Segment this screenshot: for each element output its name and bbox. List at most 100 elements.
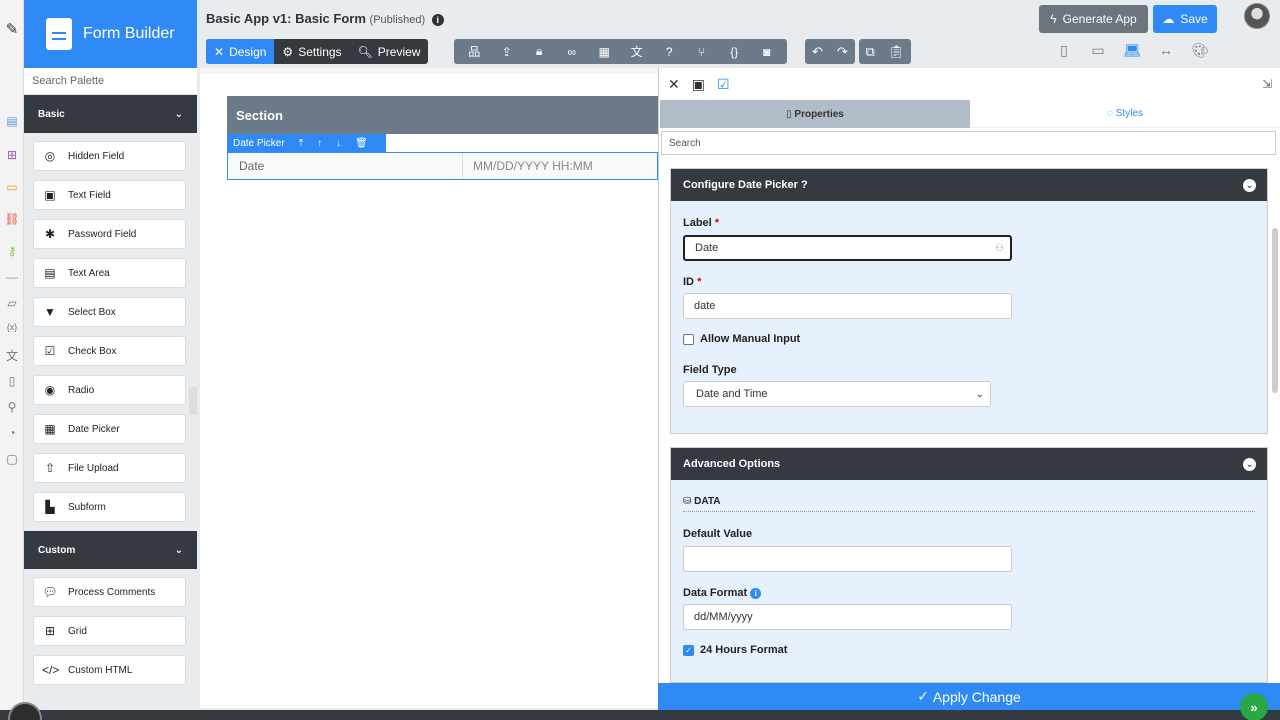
document-icon[interactable]: ▤ — [5, 114, 19, 128]
avatar[interactable] — [1244, 3, 1270, 29]
palette-item-text-area[interactable]: ▤ Text Area — [33, 258, 186, 288]
tab-design[interactable]: ✕ Design — [206, 39, 275, 64]
palette-item-label: Grid — [68, 625, 87, 637]
translate-icon[interactable]: ⚇ — [995, 243, 1004, 254]
table-icon[interactable]: ▦ — [593, 45, 615, 59]
allow-manual-input-checkbox[interactable]: Allow Manual Input — [683, 333, 800, 345]
tab-design-label: Design — [229, 44, 267, 59]
help-icon[interactable]: ? — [658, 45, 680, 59]
help-circle-icon[interactable]: ? — [801, 179, 808, 191]
save-label: Save — [1180, 12, 1208, 26]
clipboard-toolbar: ⧉ 📋︎ — [859, 39, 911, 64]
chevron-down-icon[interactable]: ⌄ — [1243, 457, 1256, 471]
palette-item-radio[interactable]: ◉ Radio — [33, 375, 186, 405]
info-icon[interactable]: i — [431, 13, 444, 26]
palette-item-process-comments[interactable]: 💬︎ Process Comments — [33, 577, 186, 607]
monitor-icon[interactable]: ▭ — [5, 180, 19, 194]
braces-icon[interactable]: {} — [723, 45, 745, 59]
camera-icon[interactable]: ◙ — [756, 45, 778, 59]
tab-settings-label: Settings — [298, 44, 342, 59]
variable-icon[interactable]: {x} — [5, 320, 19, 334]
tab-styles[interactable]: ◌ Styles — [970, 100, 1280, 128]
window-icon[interactable]: ▣ — [692, 76, 705, 93]
tab-settings[interactable]: ⚙ Settings — [274, 39, 349, 64]
redo-icon[interactable]: ↷ — [837, 44, 848, 60]
palette-item-password-field[interactable]: ✱ Password Field — [33, 219, 186, 249]
tab-preview[interactable]: 🔍︎ Preview — [350, 39, 429, 64]
hierarchy-icon[interactable]: 品 — [463, 43, 485, 60]
move-down-icon[interactable]: ↓ — [336, 138, 341, 149]
palette-resize-handle[interactable] — [189, 387, 197, 415]
move-up-icon[interactable]: ↑ — [317, 138, 322, 149]
form-section[interactable]: Section Date Picker ⤒ ↑ ↓ 🗑︎ Date MM/DD/… — [227, 96, 658, 196]
properties-search-input[interactable]: Search — [661, 131, 1276, 155]
info-icon[interactable]: i — [750, 588, 762, 599]
generate-app-button[interactable]: ϟ Generate App — [1039, 5, 1148, 33]
grid-view-icon[interactable]: ⊞ — [5, 148, 19, 162]
hours-24-checkbox[interactable]: ✓ 24 Hours Format — [683, 644, 787, 656]
move-top-icon[interactable]: ⤒ — [299, 138, 303, 149]
data-format-input[interactable]: dd/MM/yyyy — [683, 604, 1012, 630]
fast-forward-button[interactable]: » — [1240, 693, 1268, 720]
import-icon[interactable]: ⇪ — [496, 45, 518, 59]
apply-change-button[interactable]: ✓ Apply Change — [658, 683, 1280, 710]
undo-icon[interactable]: ↶ — [812, 44, 823, 60]
lock-icon[interactable]: 🔒︎ — [528, 44, 550, 59]
language-icon[interactable]: 文 — [626, 43, 648, 60]
apply-change-label: Apply Change — [932, 688, 1021, 705]
label-input[interactable]: Date ⚇ — [683, 235, 1012, 261]
close-icon[interactable]: ✕ — [668, 76, 680, 93]
id-input[interactable]: date — [683, 293, 1012, 319]
process-icon[interactable]: ⛓ — [4, 212, 19, 226]
compress-icon[interactable]: ⇲ — [1262, 77, 1272, 91]
date-picker-component[interactable]: Date MM/DD/YYYY HH:MM — [227, 152, 658, 180]
palette-basic-items: ◎ Hidden Field ▣ Text Field ✱ Password Fiel… — [24, 133, 197, 522]
chevron-down-icon[interactable]: ⌄ — [1243, 178, 1256, 192]
palette-search-input[interactable]: Search Palette — [24, 68, 197, 95]
palette-item-date-picker[interactable]: ▦ Date Picker — [33, 414, 186, 444]
plugin-icon[interactable]: ⚲ — [5, 400, 19, 414]
palette-icon: ◌ — [1107, 108, 1116, 119]
palette-item-hidden-field[interactable]: ◎ Hidden Field — [33, 141, 186, 171]
branch-icon[interactable]: ⑂ — [691, 45, 713, 59]
glasses-icon[interactable]: ∞ — [561, 45, 583, 59]
tab-properties[interactable]: ▯ Properties — [660, 100, 970, 128]
section-header[interactable]: Section — [227, 96, 658, 134]
copy-icon[interactable]: ⧉ — [866, 44, 875, 60]
save-button[interactable]: ☁ Save — [1153, 5, 1217, 33]
checkbox-unchecked[interactable] — [683, 333, 694, 345]
tablet-icon[interactable]: ▭ — [1088, 42, 1108, 59]
hours-24-label: 24 Hours Format — [700, 644, 788, 656]
edit-icon[interactable]: ✎ — [5, 21, 19, 38]
palette-group-basic[interactable]: Basic ⌄ — [24, 95, 197, 133]
palette-item-custom-html[interactable]: </> Custom HTML — [33, 655, 186, 685]
laptop-icon[interactable]: 💻︎ — [1122, 42, 1142, 59]
palette-item-select-box[interactable]: ▼ Select Box — [33, 297, 186, 327]
note-icon[interactable]: ▱ — [5, 296, 19, 310]
properties-scrollbar[interactable] — [1272, 228, 1278, 393]
palette-icon[interactable]: 🎨︎ — [1190, 42, 1210, 59]
palette-item-grid[interactable]: ⊞ Grid — [33, 616, 186, 646]
translate-icon[interactable]: 文 — [5, 348, 19, 363]
brand-header: Form Builder — [24, 0, 197, 68]
palette-item-file-upload[interactable]: ⇧ File Upload — [33, 453, 186, 483]
checkbox-checked[interactable]: ✓ — [683, 644, 694, 656]
paste-icon[interactable]: 📋︎ — [888, 44, 905, 60]
file-icon[interactable]: ▯ — [5, 374, 19, 388]
expand-width-icon[interactable]: ↔ — [1156, 42, 1176, 59]
palette-group-custom[interactable]: Custom ⌄ — [24, 531, 197, 569]
report-icon[interactable]: ▢ — [5, 452, 19, 466]
configure-card-header[interactable]: Configure Date Picker ? ⌄ — [671, 169, 1267, 201]
trash-icon[interactable]: 🗑︎ — [355, 138, 368, 149]
advanced-card-header[interactable]: Advanced Options ⌄ — [671, 448, 1267, 480]
palette-item-subform[interactable]: ▙ Subform — [33, 492, 186, 522]
field-type-select[interactable]: Date and Time ⌄ — [683, 381, 991, 407]
file-icon: ▯ — [786, 108, 795, 120]
key-icon[interactable]: ⚷ — [5, 244, 19, 258]
palette-item-check-box[interactable]: ☑ Check Box — [33, 336, 186, 366]
gauge-icon[interactable]: ◔ — [5, 426, 19, 440]
check-square-icon[interactable]: ☑ — [717, 76, 730, 93]
mobile-icon[interactable]: ▯ — [1054, 42, 1074, 59]
palette-item-text-field[interactable]: ▣ Text Field — [33, 180, 186, 210]
default-value-input[interactable] — [683, 546, 1012, 572]
